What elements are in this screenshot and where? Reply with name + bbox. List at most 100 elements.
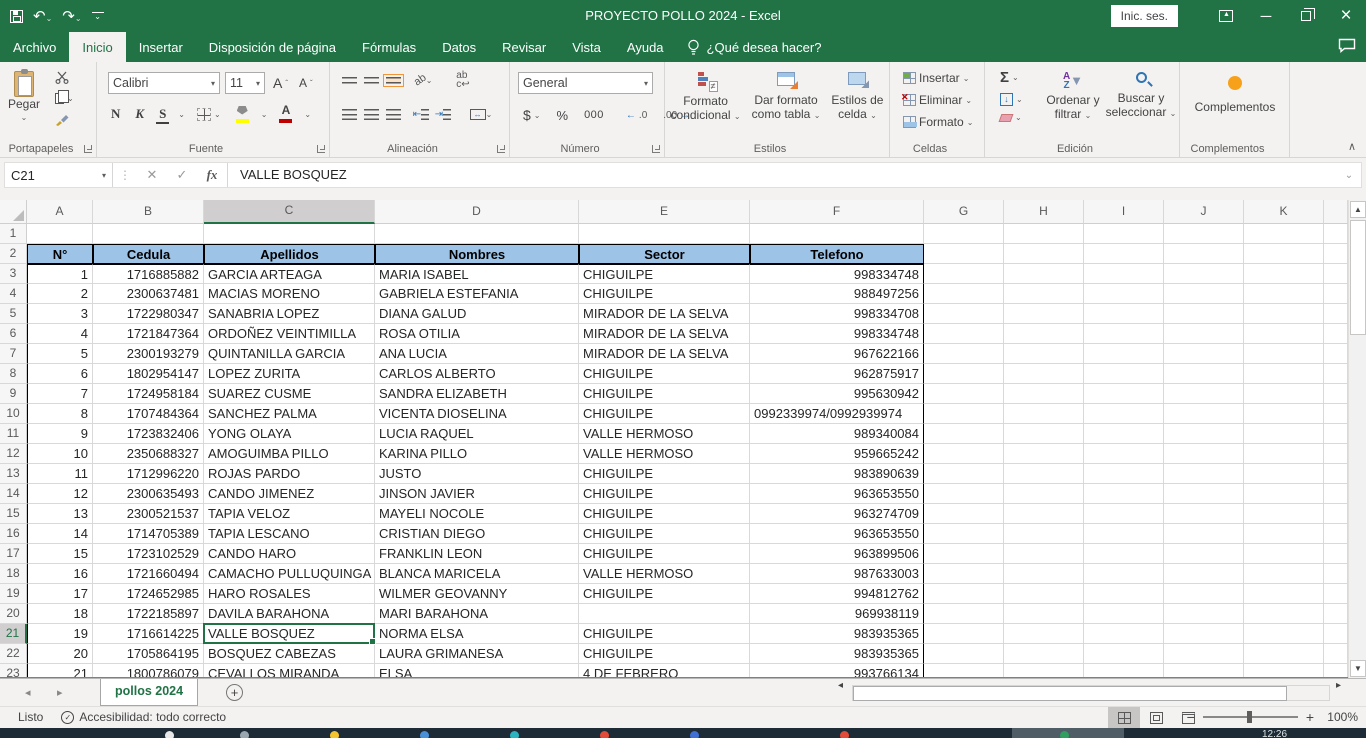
cell-J12[interactable] [1164,444,1244,464]
cell-G23[interactable] [924,664,1004,678]
cell-E5[interactable]: MIRADOR DE LA SELVA [579,304,750,324]
cell-J11[interactable] [1164,424,1244,444]
cell-J23[interactable] [1164,664,1244,678]
cell-E23[interactable]: 4 DE FEBRERO [579,664,750,678]
cell-J7[interactable] [1164,344,1244,364]
row-header-14[interactable]: 14 [0,484,27,504]
cell-H5[interactable] [1004,304,1084,324]
cell-F5[interactable]: 998334708 [750,304,924,324]
cell-E15[interactable]: CHIGUILPE [579,504,750,524]
cell-B23[interactable]: 1800786079 [93,664,204,678]
cell-C20[interactable]: DAVILA BARAHONA [204,604,375,624]
expand-formula-bar-icon[interactable]: ⌄ [1337,170,1361,181]
cell-F17[interactable]: 963899506 [750,544,924,564]
cell-G6[interactable] [924,324,1004,344]
cell-E21[interactable]: CHIGUILPE [579,624,750,644]
cell-G2[interactable] [924,244,1004,264]
cell-B6[interactable]: 1721847364 [93,324,204,344]
row-header-4[interactable]: 4 [0,284,27,304]
cell-A16[interactable]: 14 [27,524,93,544]
cell-H11[interactable] [1004,424,1084,444]
cell-B21[interactable]: 1716614225 [93,624,204,644]
cell-I22[interactable] [1084,644,1164,664]
cell-I2[interactable] [1084,244,1164,264]
accessibility-status[interactable]: ✓ Accesibilidad: todo correcto [61,710,226,724]
cell-A23[interactable]: 21 [27,664,93,678]
cell-F2[interactable]: Telefono [750,244,924,264]
cell-A6[interactable]: 4 [27,324,93,344]
vertical-scroll-thumb[interactable] [1350,220,1366,335]
font-size-combo[interactable]: 11▾ [225,72,265,94]
cell-D23[interactable]: ELSA [375,664,579,678]
row-header-23[interactable]: 23 [0,664,27,678]
sheet-nav-right-icon[interactable]: ▸ [57,686,63,699]
tab-f-rmulas[interactable]: Fórmulas [349,32,429,62]
column-header-F[interactable]: F [750,200,924,224]
cell-X5[interactable] [1324,304,1348,324]
cell-X9[interactable] [1324,384,1348,404]
cell-I19[interactable] [1084,584,1164,604]
number-dialog-launcher[interactable] [652,145,660,153]
cell-C13[interactable]: ROJAS PARDO [204,464,375,484]
cell-K20[interactable] [1244,604,1324,624]
insert-function-icon[interactable]: fx [197,167,227,183]
taskbar-icon[interactable] [600,731,609,738]
cell-K13[interactable] [1244,464,1324,484]
cell-F3[interactable]: 998334748 [750,264,924,284]
row-header-9[interactable]: 9 [0,384,27,404]
grow-font-button[interactable]: Aˆ [270,74,291,92]
cell-F16[interactable]: 963653550 [750,524,924,544]
cell-F18[interactable]: 987633003 [750,564,924,584]
cell-K3[interactable] [1244,264,1324,284]
cell-H6[interactable] [1004,324,1084,344]
new-sheet-icon[interactable]: + [226,684,243,701]
tab-inicio[interactable]: Inicio [69,32,125,62]
row-header-20[interactable]: 20 [0,604,27,624]
cell-H15[interactable] [1004,504,1084,524]
cell-H4[interactable] [1004,284,1084,304]
cell-D6[interactable]: ROSA OTILIA [375,324,579,344]
cell-F4[interactable]: 988497256 [750,284,924,304]
normal-view-button[interactable] [1108,707,1140,728]
cell-G18[interactable] [924,564,1004,584]
cell-D22[interactable]: LAURA GRIMANESA [375,644,579,664]
hscroll-right-icon[interactable]: ▸ [1336,680,1341,691]
merge-center-button[interactable]: ↔⌄ [464,104,498,124]
autosum-button[interactable]: Σ⌄ [997,68,1026,87]
cell-D10[interactable]: VICENTA DIOSELINA [375,404,579,424]
cell-A1[interactable] [27,224,93,244]
sheet-nav-left-icon[interactable]: ◂ [25,686,31,699]
currency-format-button[interactable]: $⌄ [520,106,544,124]
cell-C14[interactable]: CANDO JIMENEZ [204,484,375,504]
increase-decimal-button[interactable]: ←.0 [623,109,650,122]
cell-K19[interactable] [1244,584,1324,604]
row-header-6[interactable]: 6 [0,324,27,344]
cell-I3[interactable] [1084,264,1164,284]
cell-J9[interactable] [1164,384,1244,404]
cell-E9[interactable]: CHIGUILPE [579,384,750,404]
cell-J18[interactable] [1164,564,1244,584]
cell-A8[interactable]: 6 [27,364,93,384]
cell-F7[interactable]: 967622166 [750,344,924,364]
tell-me-search[interactable]: ¿Qué desea hacer? [677,32,832,62]
windows-taskbar[interactable]: 12:26 [0,728,1366,738]
cell-G11[interactable] [924,424,1004,444]
cell-E14[interactable]: CHIGUILPE [579,484,750,504]
taskbar-icon[interactable] [330,731,339,738]
cell-B19[interactable]: 1724652985 [93,584,204,604]
cell-H22[interactable] [1004,644,1084,664]
cell-J10[interactable] [1164,404,1244,424]
cell-A20[interactable]: 18 [27,604,93,624]
cell-D20[interactable]: MARI BARAHONA [375,604,579,624]
column-header-J[interactable]: J [1164,200,1244,224]
cell-I10[interactable] [1084,404,1164,424]
column-header-partial[interactable] [1324,200,1348,224]
cell-C10[interactable]: SANCHEZ PALMA [204,404,375,424]
taskbar-active-app[interactable] [1012,728,1124,738]
cell-J16[interactable] [1164,524,1244,544]
align-center-button[interactable] [360,104,382,124]
cell-J1[interactable] [1164,224,1244,244]
cell-X14[interactable] [1324,484,1348,504]
cell-I16[interactable] [1084,524,1164,544]
row-header-3[interactable]: 3 [0,264,27,284]
